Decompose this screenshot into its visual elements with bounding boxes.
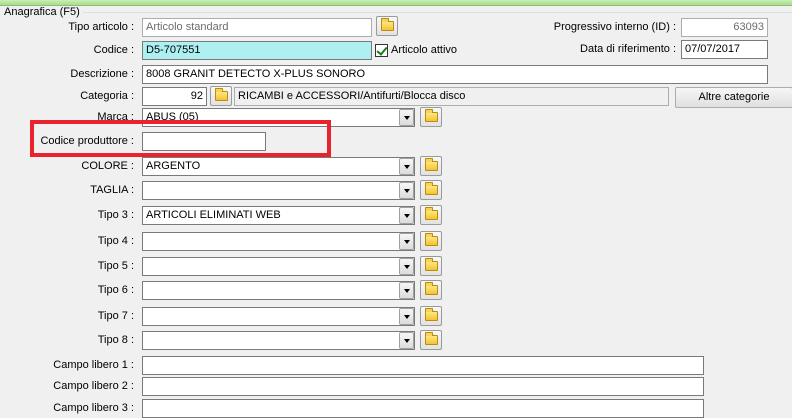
campo-libero-1-label: Campo libero 1 : xyxy=(53,359,134,371)
descrizione-field[interactable]: 8008 GRANIT DETECTO X-PLUS SONORO xyxy=(142,65,768,84)
window-top-strip xyxy=(0,0,792,6)
codice-field[interactable]: D5-707551 xyxy=(142,41,372,60)
folder-icon xyxy=(425,158,438,171)
folder-icon xyxy=(425,282,438,295)
tipo4-label: Tipo 4 : xyxy=(97,235,134,247)
articolo-attivo-checkbox[interactable] xyxy=(375,44,388,57)
tipo7-label: Tipo 7 : xyxy=(97,310,134,322)
campo-libero-3-label: Campo libero 3 : xyxy=(53,402,134,414)
categoria-code-field[interactable]: 92 xyxy=(142,87,207,106)
tipo8-folder-button[interactable] xyxy=(420,330,442,350)
tipo5-folder-button[interactable] xyxy=(420,256,442,276)
altre-categorie-button[interactable]: Altre categorie xyxy=(675,87,792,108)
folder-icon xyxy=(425,182,438,195)
data-riferimento-field[interactable]: 07/07/2017 xyxy=(681,40,768,59)
codice-label: Codice : xyxy=(93,44,134,56)
tipo-articolo-field[interactable]: Articolo standard xyxy=(142,18,372,37)
tipo6-folder-button[interactable] xyxy=(420,280,442,300)
tipo8-value xyxy=(142,331,415,350)
tipo8-label: Tipo 8 : xyxy=(97,334,134,346)
folder-icon xyxy=(425,207,438,220)
group-divider xyxy=(60,12,792,13)
tipo-articolo-label: Tipo articolo : xyxy=(68,21,134,33)
tipo4-value xyxy=(142,232,415,251)
articolo-attivo-label: Articolo attivo xyxy=(391,44,458,56)
chevron-down-icon[interactable] xyxy=(399,158,414,175)
chevron-down-icon[interactable] xyxy=(399,109,414,126)
tipo3-folder-button[interactable] xyxy=(420,205,442,225)
tipo3-select[interactable]: ARTICOLI ELIMINATI WEB xyxy=(142,206,415,225)
folder-icon xyxy=(425,258,438,271)
folder-icon xyxy=(425,233,438,246)
folder-icon xyxy=(425,109,438,122)
progressivo-field[interactable]: 63093 xyxy=(681,18,768,37)
tipo8-select[interactable] xyxy=(142,331,415,350)
chevron-down-icon[interactable] xyxy=(399,282,414,299)
tipo5-select[interactable] xyxy=(142,257,415,276)
colore-value: ARGENTO xyxy=(142,157,415,176)
marca-folder-button[interactable] xyxy=(420,107,442,127)
highlight-box xyxy=(30,120,331,157)
chevron-down-icon[interactable] xyxy=(399,258,414,275)
chevron-down-icon[interactable] xyxy=(399,332,414,349)
data-riferimento-label: Data di riferimento : xyxy=(580,43,676,55)
tipo7-value xyxy=(142,307,415,326)
colore-folder-button[interactable] xyxy=(420,156,442,176)
tipo5-label: Tipo 5 : xyxy=(97,260,134,272)
tipo-articolo-folder-button[interactable] xyxy=(376,16,398,36)
taglia-folder-button[interactable] xyxy=(420,180,442,200)
taglia-value xyxy=(142,181,415,200)
chevron-down-icon[interactable] xyxy=(399,233,414,250)
tipo3-label: Tipo 3 : xyxy=(97,209,134,221)
tipo7-folder-button[interactable] xyxy=(420,306,442,326)
folder-icon xyxy=(425,308,438,321)
taglia-select[interactable] xyxy=(142,181,415,200)
tipo7-select[interactable] xyxy=(142,307,415,326)
tipo5-value xyxy=(142,257,415,276)
campo-libero-2-field[interactable] xyxy=(142,377,704,396)
categoria-folder-button[interactable] xyxy=(210,86,232,106)
folder-icon xyxy=(425,332,438,345)
taglia-label: TAGLIA : xyxy=(90,184,134,196)
chevron-down-icon[interactable] xyxy=(399,182,414,199)
tipo6-select[interactable] xyxy=(142,281,415,300)
descrizione-label: Descrizione : xyxy=(70,68,134,80)
tipo4-folder-button[interactable] xyxy=(420,231,442,251)
categoria-label: Categoria : xyxy=(80,90,134,102)
campo-libero-1-field[interactable] xyxy=(142,356,704,375)
campo-libero-2-label: Campo libero 2 : xyxy=(53,380,134,392)
categoria-name-field: RICAMBI e ACCESSORI/Antifurti/Blocca dis… xyxy=(234,87,669,106)
progressivo-label: Progressivo interno (ID) : xyxy=(553,21,676,33)
folder-icon xyxy=(381,18,394,31)
campo-libero-3-field[interactable] xyxy=(142,399,704,418)
tipo6-label: Tipo 6 : xyxy=(97,284,134,296)
tipo3-value: ARTICOLI ELIMINATI WEB xyxy=(142,206,415,225)
chevron-down-icon[interactable] xyxy=(399,207,414,224)
chevron-down-icon[interactable] xyxy=(399,308,414,325)
tipo6-value xyxy=(142,281,415,300)
colore-label: COLORE : xyxy=(81,160,134,172)
colore-select[interactable]: ARGENTO xyxy=(142,157,415,176)
tipo4-select[interactable] xyxy=(142,232,415,251)
folder-icon xyxy=(215,88,228,101)
